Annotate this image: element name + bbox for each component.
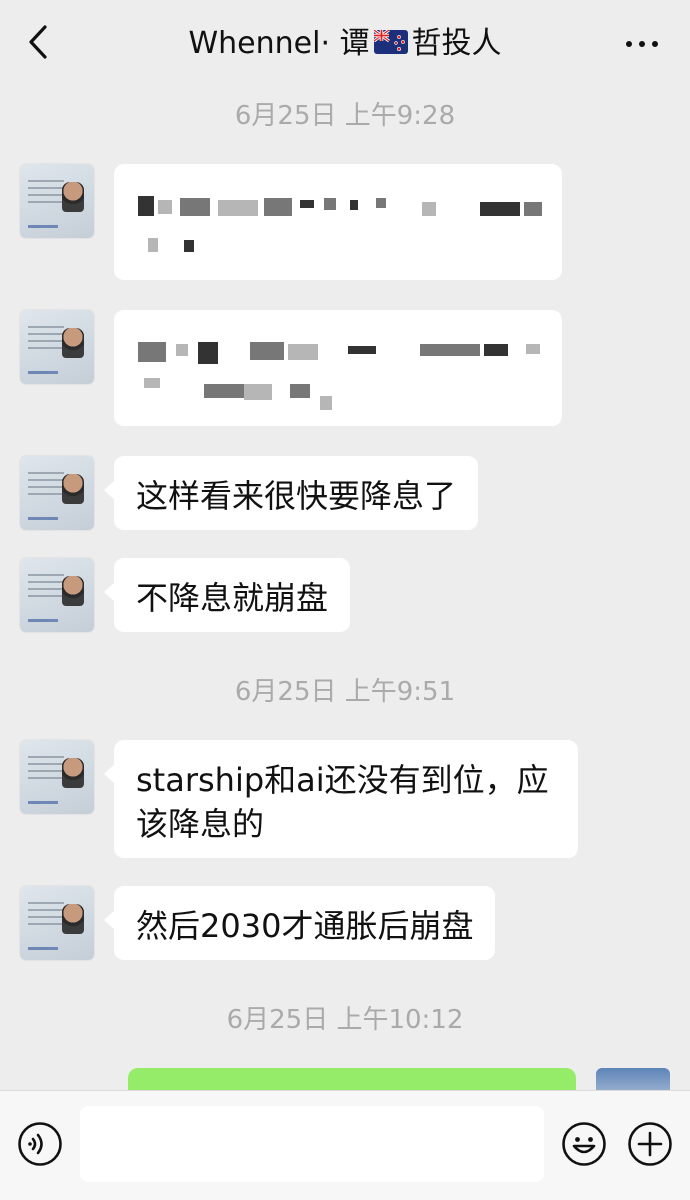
new-zealand-flag-icon	[372, 23, 408, 67]
sender-avatar[interactable]	[20, 164, 94, 238]
chat-title: Whennel· 谭 哲投人	[100, 22, 590, 66]
redaction-block	[484, 344, 508, 356]
chat-header: Whennel· 谭 哲投人	[0, 0, 690, 86]
redaction-block	[376, 198, 386, 208]
message-bubble-redacted[interactable]	[114, 164, 562, 280]
avatar-face	[62, 182, 84, 212]
message-bubble[interactable]: starship和ai还没有到位，应该降息的	[104, 740, 578, 858]
redaction-block	[204, 384, 244, 398]
message-bubble[interactable]: 然后2030才通胀后崩盘	[103, 886, 496, 960]
sender-avatar[interactable]	[20, 558, 94, 632]
back-button[interactable]	[14, 18, 62, 66]
redaction-block	[138, 196, 154, 216]
voice-icon	[18, 1122, 62, 1166]
redaction-block	[300, 200, 314, 208]
redaction-block	[348, 346, 376, 354]
redaction-block	[264, 198, 292, 216]
redaction-block	[218, 200, 258, 216]
more-button[interactable]	[612, 22, 672, 66]
avatar-image	[28, 574, 64, 602]
message-bubble-redacted[interactable]	[114, 310, 562, 426]
redaction-block	[250, 342, 284, 360]
avatar-stripe	[28, 371, 58, 374]
chat-title-prefix: Whennel· 谭	[188, 26, 370, 61]
sender-avatar[interactable]	[20, 886, 94, 960]
redaction-block	[158, 200, 172, 214]
voice-button[interactable]	[16, 1120, 64, 1168]
plus-button[interactable]	[626, 1120, 674, 1168]
redaction-block	[176, 344, 188, 356]
redaction-block	[350, 200, 358, 210]
more-dot	[652, 41, 658, 47]
chat-title-suffix: 哲投人	[411, 26, 502, 61]
message-text: 这样看来很快要降息了	[136, 477, 457, 515]
redaction-block	[138, 342, 166, 362]
more-dot	[639, 41, 645, 47]
message-text: 然后2030才通胀后崩盘	[136, 907, 474, 945]
avatar-image	[28, 326, 64, 354]
redaction-block	[148, 238, 158, 252]
chevron-left-icon	[29, 25, 47, 59]
plus-circle-icon	[628, 1122, 672, 1166]
avatar-face	[62, 576, 84, 606]
message-text: 不降息就崩盘	[136, 579, 329, 617]
message-bubble[interactable]: 这样看来很快要降息了	[103, 456, 479, 530]
sender-avatar[interactable]	[20, 310, 94, 384]
avatar-stripe	[28, 225, 58, 228]
redaction-block	[198, 342, 218, 364]
redaction-block	[180, 198, 210, 216]
redaction-block	[244, 384, 272, 400]
redaction-block	[422, 202, 436, 216]
redaction-block	[290, 384, 310, 398]
redaction-block	[524, 202, 542, 216]
avatar-image	[28, 756, 64, 784]
avatar-face	[62, 474, 84, 504]
redaction-block	[324, 198, 336, 210]
avatar-image	[28, 902, 64, 930]
sender-avatar[interactable]	[20, 456, 94, 530]
redaction-block	[420, 344, 480, 356]
message-bubble[interactable]: 不降息就崩盘	[103, 558, 351, 632]
redaction-block	[184, 240, 194, 252]
message-text: starship和ai还没有到位，应该降息的	[136, 761, 549, 843]
avatar-stripe	[28, 517, 58, 520]
avatar-face	[62, 758, 84, 788]
sender-avatar[interactable]	[20, 740, 94, 814]
redaction-block	[144, 378, 160, 388]
redaction-block	[480, 202, 520, 216]
avatar-stripe	[28, 801, 58, 804]
redaction-block	[288, 344, 318, 360]
message-timestamp: 6月25日 上午10:12	[226, 1005, 464, 1035]
avatar-face	[62, 328, 84, 358]
avatar-image	[28, 180, 64, 208]
emoji-button[interactable]	[560, 1120, 608, 1168]
message-timestamp: 6月25日 上午9:28	[234, 101, 456, 131]
emoji-icon	[562, 1122, 606, 1166]
avatar-image	[28, 472, 64, 500]
more-dots-icon	[626, 41, 632, 47]
redaction-block	[320, 396, 332, 410]
redaction-block	[526, 344, 540, 354]
message-input[interactable]	[80, 1106, 544, 1182]
avatar-stripe	[28, 619, 58, 622]
avatar-stripe	[28, 947, 58, 950]
message-timestamp: 6月25日 上午9:51	[234, 677, 456, 707]
avatar-face	[62, 904, 84, 934]
